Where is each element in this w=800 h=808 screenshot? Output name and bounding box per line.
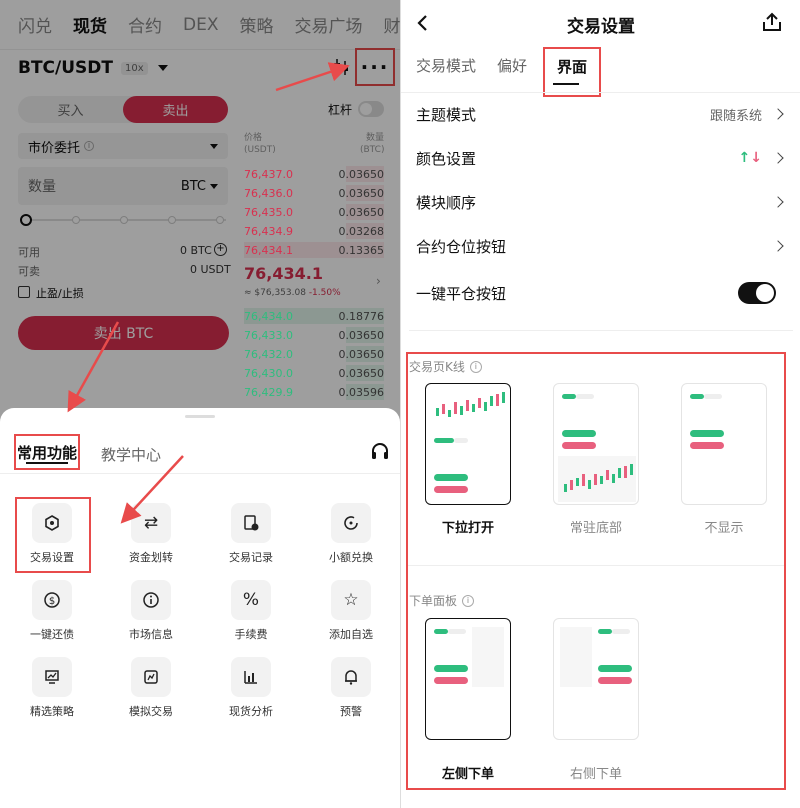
info-icon[interactable]: i (469, 360, 482, 373)
order-option-right-label: 右侧下单 (569, 767, 622, 782)
share-icon[interactable] (761, 11, 783, 33)
order-option-left-label: 左侧下单 (441, 767, 494, 782)
row-close-all-button: 一键平仓按钮 (416, 284, 507, 303)
row-theme-mode[interactable]: 主题模式 跟随系统 (416, 99, 786, 129)
kline-section-title: 交易页K线 i (409, 358, 482, 375)
kline-option-dropdown[interactable] (425, 383, 511, 505)
up-down-color-icon: ↑↓ (738, 150, 762, 166)
spot-trading-screen: 闪兑 现货 合约 DEX 策略 交易广场 财 BTC/USDT 10x ··· … (0, 0, 400, 808)
order-panel-section-title: 下单面板 i (409, 592, 475, 609)
page-title: 交易设置 (567, 17, 635, 37)
order-option-left[interactable] (425, 618, 511, 740)
chevron-right-icon (772, 152, 784, 164)
chevron-right-icon (772, 240, 784, 252)
row-color-settings[interactable]: 颜色设置 ↑↓ (416, 143, 786, 173)
kline-option-hidden[interactable] (681, 383, 767, 505)
annotation-arrows (67, 62, 350, 524)
kline-option-fixed-bottom-label: 常驻底部 (569, 521, 622, 536)
row-module-order[interactable]: 模块顺序 (416, 187, 786, 217)
divider (401, 92, 800, 93)
divider (408, 565, 784, 566)
row-position-button[interactable]: 合约仓位按钮 (416, 231, 786, 261)
tab-interface[interactable]: 界面 (543, 47, 601, 97)
kline-option-hidden-label: 不显示 (704, 521, 744, 536)
kline-option-dropdown-label: 下拉打开 (441, 521, 494, 536)
info-icon[interactable]: i (462, 594, 475, 607)
divider (409, 330, 793, 331)
chevron-right-icon (772, 196, 784, 208)
close-all-toggle[interactable] (738, 282, 776, 304)
order-option-right[interactable] (553, 618, 639, 740)
tab-trade-mode[interactable]: 交易模式 (416, 55, 476, 76)
chevron-right-icon (772, 108, 784, 120)
tab-preferences[interactable]: 偏好 (497, 55, 527, 76)
kline-option-fixed-bottom[interactable] (553, 383, 639, 505)
